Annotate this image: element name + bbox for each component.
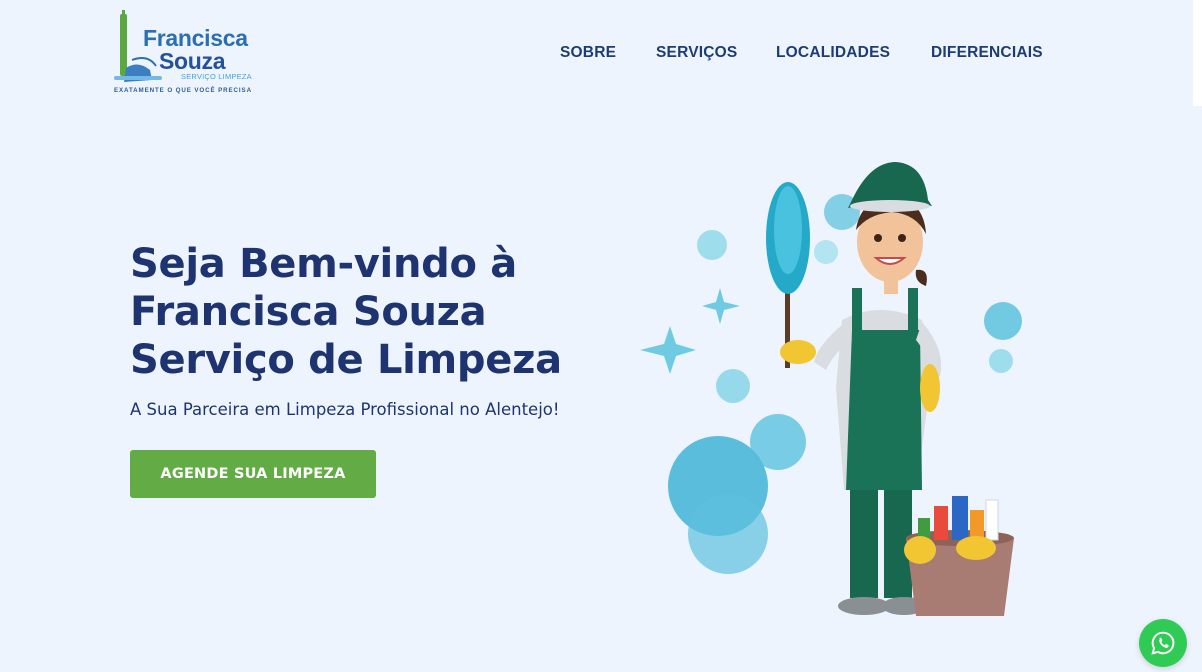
whatsapp-icon [1151,631,1175,655]
logo-subtitle: SERVIÇO LIMPEZA [181,72,252,81]
schedule-cleaning-button[interactable]: AGENDE SUA LIMPEZA [130,450,376,498]
logo-text-line2: Souza [159,48,226,74]
whatsapp-button[interactable] [1139,619,1187,667]
hero-subtitle: A Sua Parceira em Limpeza Profissional n… [130,400,560,419]
scrollbar-track[interactable] [1193,0,1202,106]
nav-sobre[interactable]: SOBRE [560,44,616,62]
site-logo[interactable]: Francisca Souza SERVIÇO LIMPEZA EXATAMEN… [112,10,254,98]
nav-diferenciais[interactable]: DIFERENCIAIS [931,44,1043,62]
hero-title-line: Serviço de Limpeza [130,337,562,383]
hero-title: Seja Bem-vindo à Francisca Souza Serviço… [130,240,610,384]
hero-title-line: Francisca Souza [130,289,487,335]
hero-title-line: Seja Bem-vindo à [130,241,517,287]
logo-tagline: EXATAMENTE O QUE VOCÊ PRECISA [114,87,252,94]
logo-text-line1: Francisca [143,25,248,51]
cleaning-lady-illustration [640,162,1022,616]
nav-servicos[interactable]: SERVIÇOS [656,44,737,62]
nav-localidades[interactable]: LOCALIDADES [776,44,890,62]
